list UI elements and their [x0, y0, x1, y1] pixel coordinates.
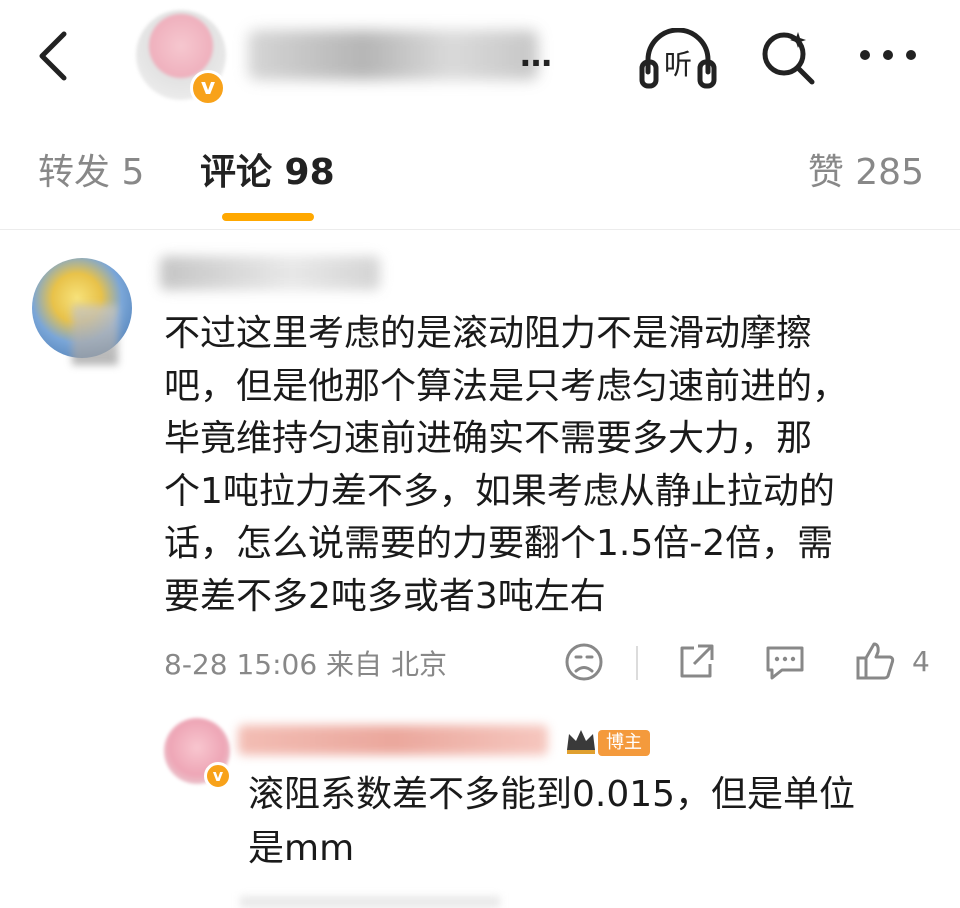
comment-text: 不过这里考虑的是滚动阻力不是滑动摩擦 吧，但是他那个算法是只考虑匀速前进的， 毕…	[164, 313, 849, 617]
listen-headphones-icon[interactable]: 听	[638, 27, 718, 90]
active-tab-indicator	[222, 213, 314, 221]
listen-label: 听	[664, 48, 692, 81]
commenter-name-blurred[interactable]	[160, 256, 380, 290]
tab-likes[interactable]: 赞 285	[808, 150, 924, 196]
action-separator	[636, 646, 638, 680]
like-thumb-icon[interactable]	[854, 640, 898, 684]
avatar-mosaic	[72, 305, 118, 365]
share-icon[interactable]	[674, 640, 718, 684]
divider	[0, 229, 960, 230]
tab-repost[interactable]: 转发 5	[38, 150, 144, 196]
verified-badge-icon: v	[190, 70, 226, 106]
back-arrow-icon[interactable]	[30, 30, 80, 82]
reply-author-name-blurred[interactable]	[238, 725, 548, 755]
comment-time-location: 8-28 15:06 来自 北京	[164, 648, 447, 681]
reply-icon[interactable]	[762, 640, 808, 684]
tab-comments[interactable]: 评论 98	[200, 150, 335, 196]
post-title-blurred[interactable]	[248, 30, 538, 80]
blogger-owner-tag: 博主	[598, 730, 650, 756]
reply-text: 滚阻系数差不多能到0.015，但是单位 是mm	[248, 774, 856, 869]
search-icon[interactable]	[758, 28, 818, 88]
comment-like-count: 4	[912, 645, 930, 678]
next-item-blurred	[240, 896, 500, 908]
verified-badge-icon: v	[204, 762, 232, 790]
post-title-ellipsis: …	[520, 36, 554, 74]
dislike-face-icon[interactable]	[562, 640, 606, 684]
crown-icon	[564, 726, 598, 756]
more-dots-icon[interactable]	[856, 40, 920, 70]
top-navigation-bar: v … 听	[0, 0, 960, 118]
